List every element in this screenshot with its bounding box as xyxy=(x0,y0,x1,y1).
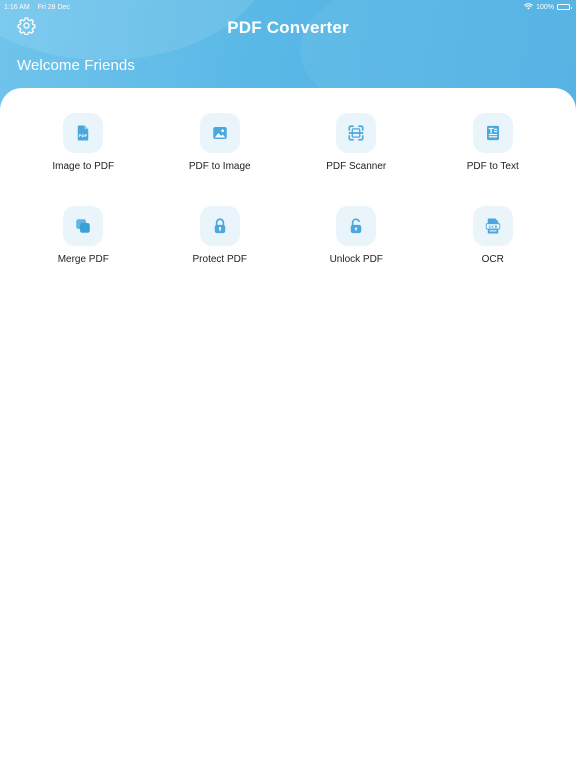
status-time: 1:16 AM xyxy=(4,3,30,11)
unlock-icon xyxy=(336,206,377,246)
tool-label: Unlock PDF xyxy=(329,254,383,265)
battery-icon xyxy=(557,4,572,10)
ocr-icon: OCR xyxy=(472,206,513,246)
page-title: PDF Converter xyxy=(227,18,349,37)
battery-percent: 100% xyxy=(536,3,554,11)
tool-label: Protect PDF xyxy=(192,254,247,265)
unlock-pdf-button[interactable]: Unlock PDF xyxy=(288,206,425,279)
status-date: Fri 28 Dec xyxy=(37,3,70,11)
svg-text:PDF: PDF xyxy=(79,134,88,138)
image-to-pdf-button[interactable]: PDF Image to PDF xyxy=(15,113,152,186)
ocr-button[interactable]: OCR OCR xyxy=(425,206,562,279)
pdf-to-image-button[interactable]: PDF to Image xyxy=(152,113,289,186)
tool-label: Merge PDF xyxy=(57,254,109,265)
pdf-to-text-button[interactable]: PDF to Text xyxy=(425,113,562,186)
welcome-text: Welcome Friends xyxy=(17,57,135,74)
text-document-icon xyxy=(472,113,513,153)
tools-grid: PDF Image to PDF PDF to Image PDF Scanne… xyxy=(15,113,561,279)
pdf-scanner-button[interactable]: PDF Scanner xyxy=(288,113,425,186)
tool-label: PDF Scanner xyxy=(326,161,387,172)
status-bar: 1:16 AM Fri 28 Dec 100% xyxy=(4,2,572,12)
image-icon xyxy=(199,113,240,153)
tool-label: PDF to Text xyxy=(466,161,519,172)
scanner-icon xyxy=(336,113,377,153)
tool-label: Image to PDF xyxy=(52,161,115,172)
svg-text:OCR: OCR xyxy=(488,224,497,229)
lock-icon xyxy=(199,206,240,246)
pdf-file-icon: PDF xyxy=(63,113,104,153)
tool-label: PDF to Image xyxy=(188,161,251,172)
main-content: PDF Image to PDF PDF to Image PDF Scanne… xyxy=(0,88,576,768)
wifi-icon xyxy=(524,2,533,12)
protect-pdf-button[interactable]: Protect PDF xyxy=(152,206,289,279)
tool-label: OCR xyxy=(481,254,504,265)
merge-icon xyxy=(63,206,104,246)
merge-pdf-button[interactable]: Merge PDF xyxy=(15,206,152,279)
